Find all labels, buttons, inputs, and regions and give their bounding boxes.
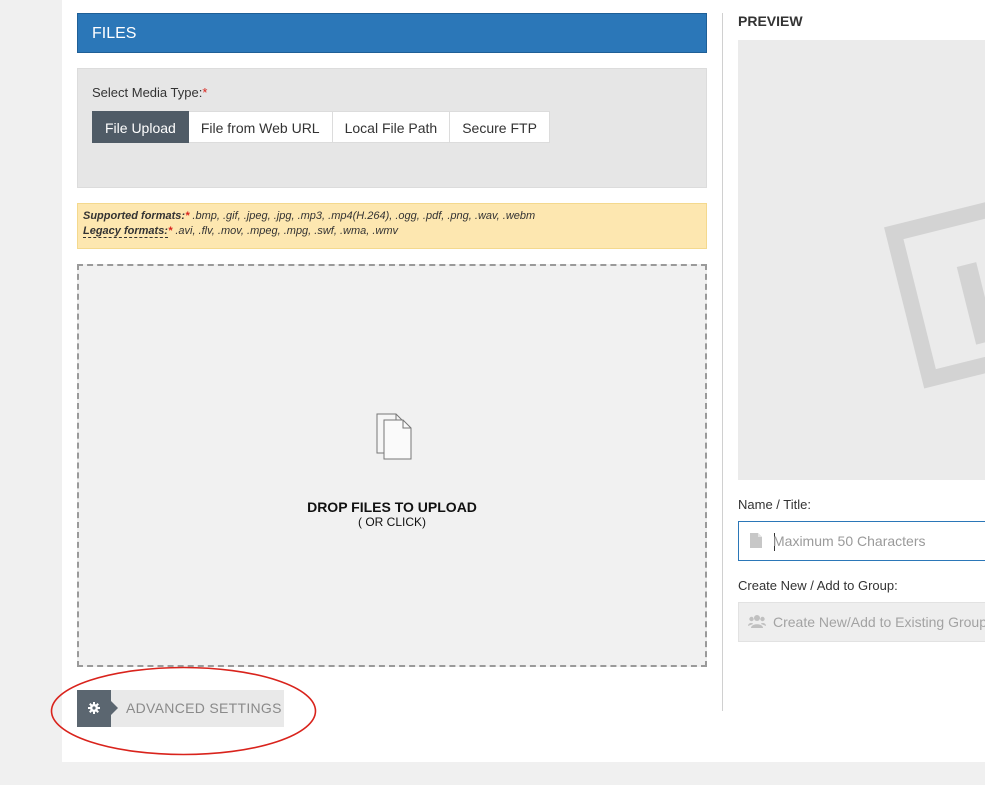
name-title-label: Name / Title: xyxy=(738,497,811,512)
group-field[interactable] xyxy=(738,602,985,642)
preview-title: PREVIEW xyxy=(738,13,803,29)
advanced-settings-label: ADVANCED SETTINGS xyxy=(126,700,282,716)
required-asterisk: * xyxy=(202,85,208,100)
web-url-button[interactable]: File from Web URL xyxy=(188,111,333,143)
legacy-formats-line: Legacy formats:* .avi, .flv, .mov, .mpeg… xyxy=(83,224,701,239)
supported-formats-label: Supported formats: xyxy=(83,210,186,222)
file-upload-button[interactable]: File Upload xyxy=(92,111,189,143)
media-type-label-text: Select Media Type: xyxy=(92,85,203,100)
files-icon xyxy=(376,413,412,460)
advanced-settings-icon-box xyxy=(77,690,118,727)
dropzone-subtitle: ( OR CLICK) xyxy=(357,515,426,529)
supported-formats-line: Supported formats:* .bmp, .gif, .jpeg, .… xyxy=(83,209,701,224)
document-icon xyxy=(750,533,762,548)
media-type-label: Select Media Type:* xyxy=(92,85,207,100)
supported-formats-list: .bmp, .gif, .jpeg, .jpg, .mp3, .mp4(H.26… xyxy=(189,210,536,222)
legacy-formats-list: .avi, .flv, .mov, .mpeg, .mpg, .swf, .wm… xyxy=(172,225,399,237)
group-label: Create New / Add to Group: xyxy=(738,578,898,593)
image-placeholder-icon xyxy=(884,189,985,389)
file-dropzone[interactable]: DROP FILES TO UPLOAD ( OR CLICK) xyxy=(77,264,707,667)
files-section-header: FILES xyxy=(77,13,707,53)
media-type-section: Select Media Type:* File Upload File fro… xyxy=(77,68,707,188)
users-icon xyxy=(748,615,766,628)
secure-ftp-button[interactable]: Secure FTP xyxy=(450,111,550,143)
legacy-formats-label: Legacy formats: xyxy=(83,225,168,238)
name-title-field[interactable] xyxy=(738,521,985,561)
group-input[interactable] xyxy=(773,603,985,641)
name-title-input[interactable] xyxy=(773,522,985,560)
column-divider xyxy=(722,13,723,711)
formats-notice: Supported formats:* .bmp, .gif, .jpeg, .… xyxy=(77,203,707,249)
media-type-button-group: File Upload File from Web URL Local File… xyxy=(92,111,550,143)
preview-area xyxy=(738,40,985,480)
dropzone-title: DROP FILES TO UPLOAD xyxy=(307,499,477,515)
local-file-path-button[interactable]: Local File Path xyxy=(332,111,451,143)
gear-icon xyxy=(88,702,100,714)
advanced-settings-button[interactable]: ADVANCED SETTINGS xyxy=(77,690,284,727)
